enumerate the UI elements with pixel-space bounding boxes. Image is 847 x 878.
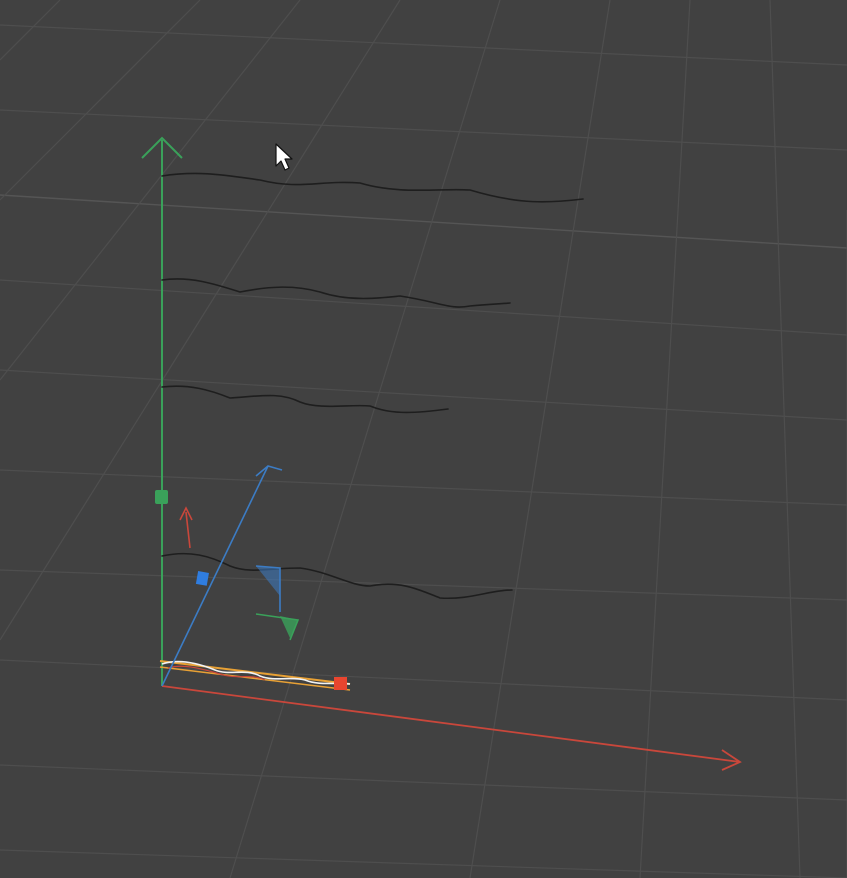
spline-3[interactable] (161, 385, 449, 414)
world-x-axis (161, 685, 742, 771)
floor-grid (0, 0, 847, 878)
z-handle-icon[interactable] (195, 571, 209, 586)
spline-2[interactable] (161, 278, 511, 308)
world-y-axis (141, 136, 183, 686)
viewport-canvas[interactable] (0, 0, 847, 878)
x-handle-icon[interactable] (334, 677, 347, 690)
arrow-cursor-icon (275, 143, 293, 171)
yz-plane-handle-icon[interactable] (256, 566, 280, 596)
spline-1[interactable] (161, 172, 584, 203)
z-axis-arrow-icon (255, 465, 283, 477)
3d-viewport[interactable] (0, 0, 847, 878)
y-handle-icon[interactable] (155, 490, 168, 504)
